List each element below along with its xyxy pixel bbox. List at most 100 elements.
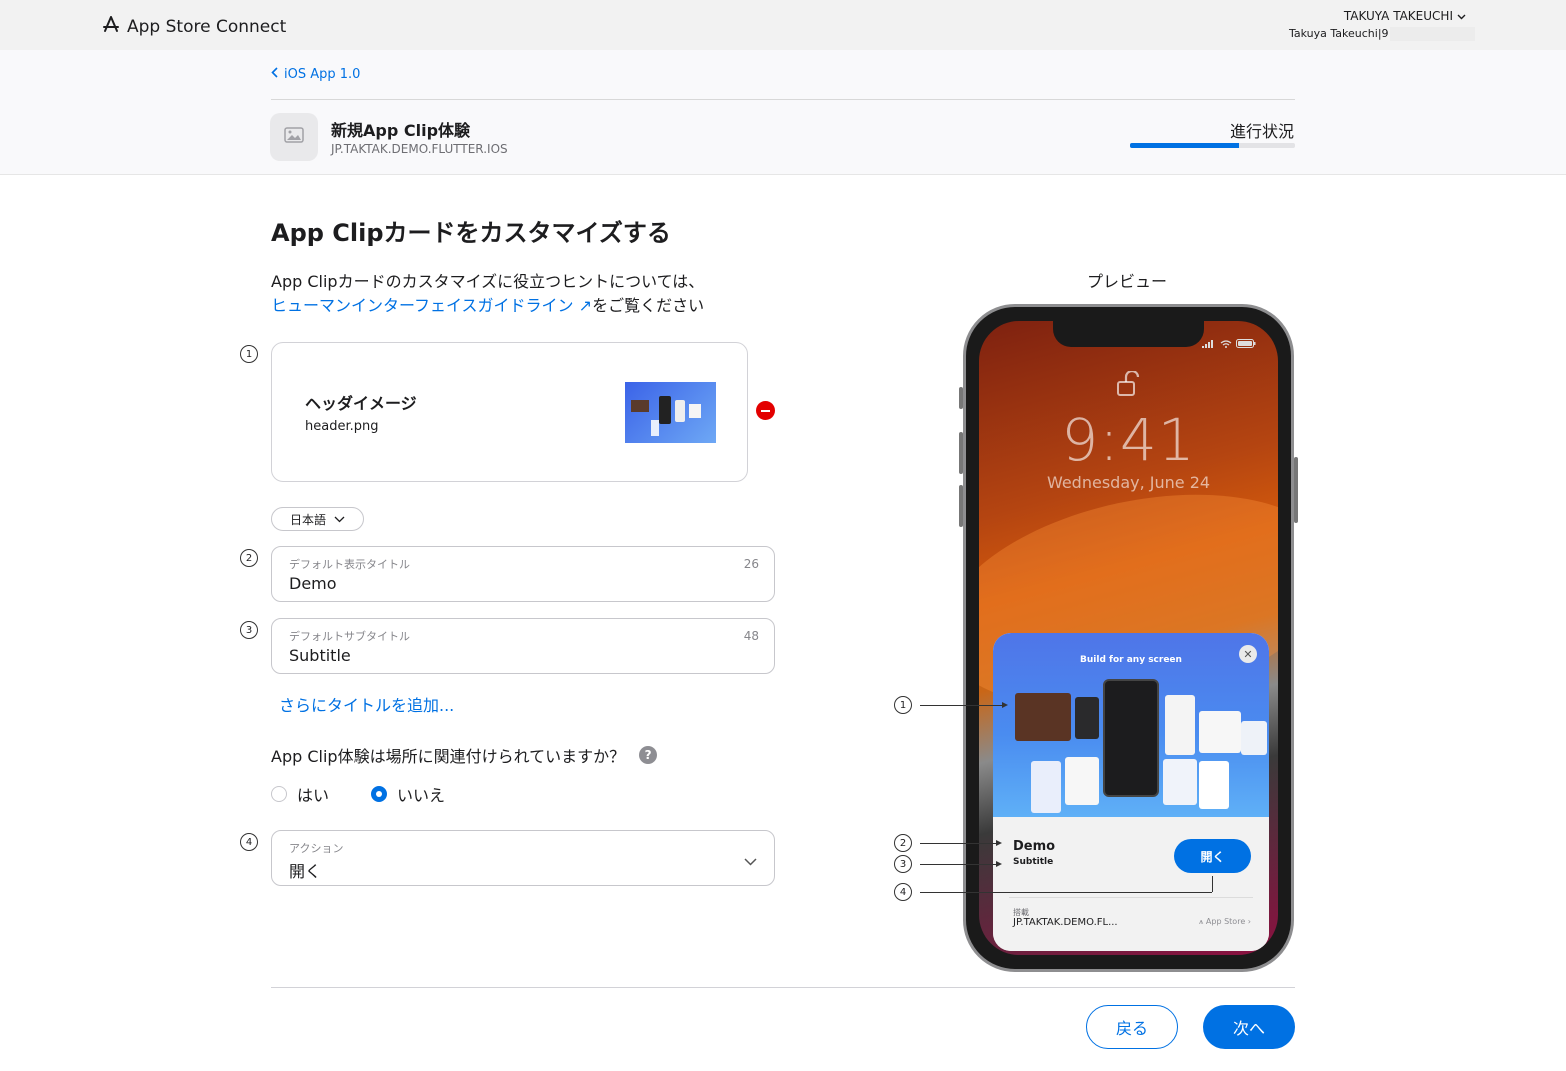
chevron-down-icon [1457, 9, 1466, 23]
app-clip-card: Build for any screen ✕ Demo Subtitle 開く … [993, 633, 1269, 951]
phone-button [959, 485, 963, 527]
thumb-shape [651, 420, 659, 436]
clip-subtitle: Subtitle [1013, 857, 1054, 867]
clip-title: Demo [1013, 839, 1056, 854]
app-store-link[interactable]: ⩚ App Store › [1199, 917, 1251, 927]
radio-no[interactable]: いいえ [371, 782, 445, 806]
clip-divider [1009, 897, 1253, 898]
image-placeholder-icon [284, 127, 304, 147]
annotation-line [920, 843, 996, 844]
clip-info: Demo Subtitle 開く 搭載 JP.TAKTAK.DEMO.FL...… [993, 817, 1269, 951]
phone-frame: 9:41 Wednesday, June 24 Build for any sc… [959, 304, 1298, 972]
action-label: アクション [289, 842, 344, 855]
header-image-thumbnail [625, 382, 716, 443]
brand-title: App Store Connect [127, 17, 287, 37]
annotation-arrow [996, 840, 1002, 846]
language-select[interactable]: 日本語 [271, 507, 364, 531]
title-field-value[interactable]: Demo [289, 574, 337, 593]
close-icon[interactable]: ✕ [1239, 645, 1257, 663]
header-band [0, 50, 1566, 175]
app-store-icon: ⩚ [1198, 917, 1204, 926]
user-menu[interactable]: TAKUYA TAKEUCHI [1344, 9, 1466, 23]
chevron-right-icon: › [1247, 917, 1251, 926]
annotation-number: 2 [894, 834, 912, 852]
phone-notch [1053, 321, 1204, 347]
step-number: 2 [240, 549, 258, 567]
hint-prefix: App Clipカードのカスタマイズに役立つヒントについては、 [271, 272, 705, 291]
radio-no-label: いいえ [397, 786, 446, 805]
annotation-number: 3 [894, 855, 912, 873]
chevron-down-icon [744, 851, 757, 870]
clip-header-image: Build for any screen ✕ [993, 633, 1269, 817]
progress-fill [1130, 143, 1239, 148]
mock-screen [1015, 693, 1071, 741]
subtitle-field-value[interactable]: Subtitle [289, 646, 351, 665]
status-bar [1202, 333, 1256, 352]
help-icon[interactable]: ? [639, 746, 658, 764]
user-name: TAKUYA TAKEUCHI [1343, 9, 1453, 23]
top-bar: App Store Connect TAKUYA TAKEUCHI Takuya… [0, 0, 1566, 50]
mock-screen [1065, 757, 1099, 805]
preview-label: プレビュー [1087, 272, 1168, 291]
back-button[interactable]: 戻る [1086, 1005, 1178, 1049]
brand[interactable]: App Store Connect [101, 15, 286, 39]
header-image-card[interactable]: ヘッダイメージ header.png [271, 342, 748, 482]
annotation-line [920, 864, 996, 865]
app-store-icon [101, 15, 121, 39]
thumb-shape [689, 404, 701, 418]
hero-title: Build for any screen [1080, 655, 1182, 665]
radio-yes[interactable]: はい [271, 782, 329, 806]
action-value: 開く [289, 862, 322, 881]
bundle-id: JP.TAKTAK.DEMO.FLUTTER.IOS [331, 142, 508, 156]
radio-yes-label: はい [297, 786, 330, 805]
mock-screen [1075, 697, 1099, 739]
location-question-text: App Clip体験は場所に関連付けられていますか？ [271, 747, 626, 766]
mock-screen [1199, 761, 1229, 809]
step-number: 1 [240, 345, 258, 363]
radio-circle[interactable] [271, 786, 287, 802]
title-field-label: デフォルト表示タイトル [289, 558, 410, 571]
mock-screen [1031, 761, 1061, 813]
back-link[interactable]: iOS App 1.0 [271, 67, 360, 82]
lock-date: Wednesday, June 24 [1046, 473, 1211, 492]
title-field[interactable]: デフォルト表示タイトル Demo 26 [271, 546, 775, 602]
hig-link[interactable]: ヒューマンインターフェイスガイドライン ↗ [271, 296, 592, 315]
progress-label: 進行状況 [1229, 122, 1294, 141]
hint-text: App Clipカードのカスタマイズに役立つヒントについては、 ヒューマンインタ… [271, 270, 704, 318]
hint-suffix: をご覧ください [592, 296, 705, 315]
signal-icon [1202, 333, 1216, 352]
add-title-link[interactable]: さらにタイトルを追加... [279, 692, 454, 716]
user-account-text: Takuya Takeuchi|9 [1289, 27, 1389, 40]
mock-screen [1163, 759, 1197, 805]
next-button[interactable]: 次へ [1203, 1005, 1295, 1049]
annotation-arrow [996, 861, 1002, 867]
annotation-line [920, 705, 1002, 706]
annotation-number: 1 [894, 696, 912, 714]
app-store-label: App Store [1205, 917, 1246, 926]
mock-screen [1165, 695, 1195, 755]
footer-divider [271, 987, 1295, 988]
chevron-down-icon [334, 512, 345, 526]
language-value: 日本語 [289, 512, 326, 527]
radio-circle-selected[interactable] [371, 786, 387, 802]
annotation-line [920, 892, 1212, 893]
wifi-icon [1220, 333, 1232, 352]
minus-circle-icon[interactable] [756, 401, 775, 420]
subtitle-char-count: 48 [743, 629, 759, 643]
user-account: Takuya Takeuchi|9 [1289, 27, 1475, 41]
mock-screen [1241, 721, 1267, 755]
from-value: JP.TAKTAK.DEMO.FL... [1013, 917, 1118, 928]
subtitle-field[interactable]: デフォルトサブタイトル Subtitle 48 [271, 618, 775, 674]
step-number: 3 [240, 621, 258, 639]
mock-screen [1199, 711, 1241, 753]
clip-open-button[interactable]: 開く [1174, 839, 1251, 873]
annotation-line [1212, 876, 1213, 892]
thumb-shape [631, 400, 649, 412]
action-select[interactable]: アクション 開く [271, 830, 775, 886]
header-image-label: ヘッダイメージ [305, 394, 417, 413]
lock-time: 9:41 [1061, 406, 1196, 474]
chevron-left-icon [271, 67, 278, 82]
phone-screen: 9:41 Wednesday, June 24 Build for any sc… [979, 321, 1278, 955]
thumb-shape [659, 396, 671, 424]
annotation-number: 4 [894, 883, 912, 901]
